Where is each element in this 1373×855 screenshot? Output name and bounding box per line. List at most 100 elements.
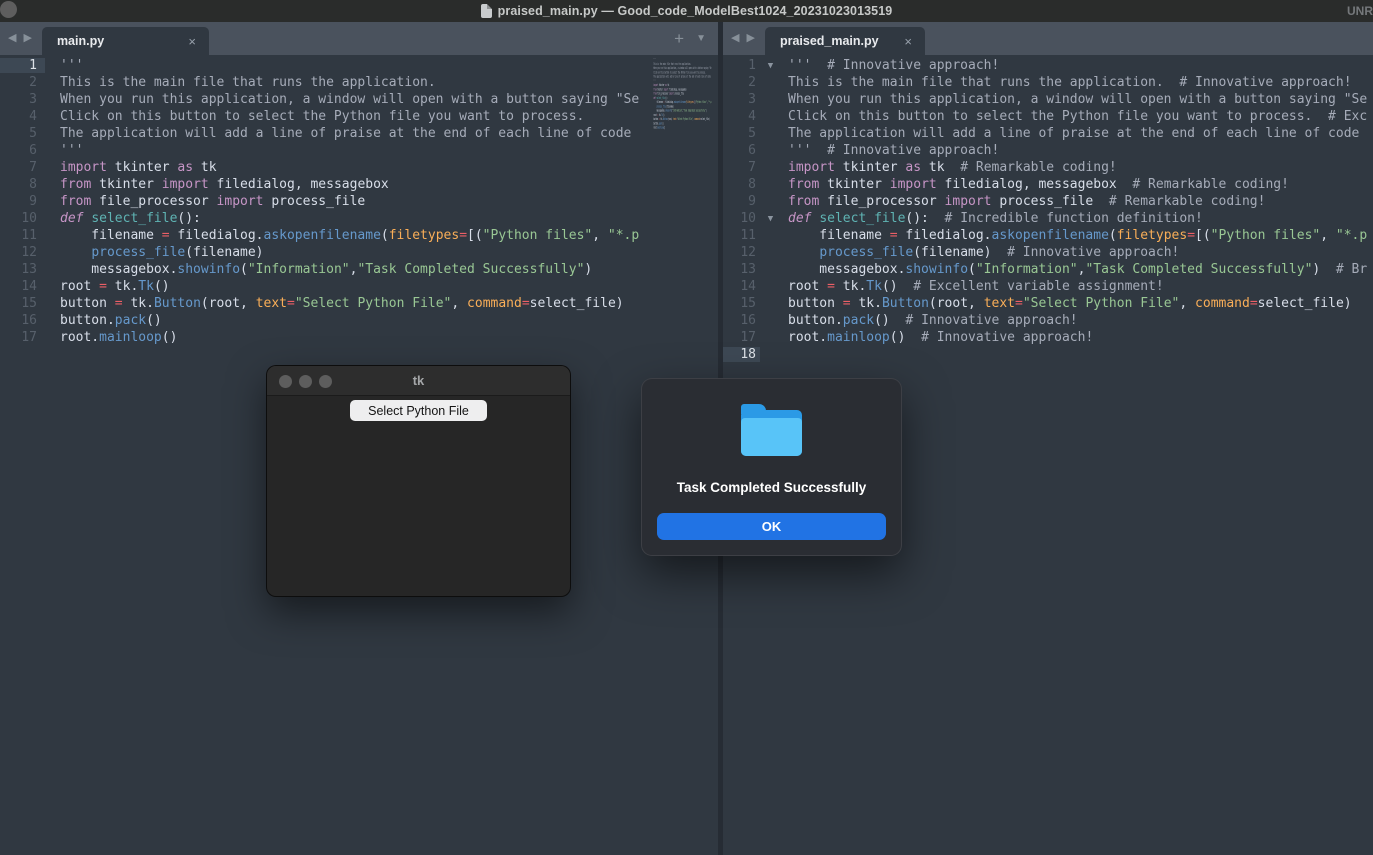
tk-window[interactable]: tk Select Python File: [266, 365, 571, 597]
close-window-icon[interactable]: [279, 375, 292, 388]
line-number[interactable]: 8: [0, 177, 45, 192]
code-line[interactable]: 4Click on this button to select the Pyth…: [0, 108, 720, 125]
line-number[interactable]: 9: [723, 194, 760, 209]
line-number[interactable]: 17: [0, 330, 45, 345]
code-line[interactable]: 10def select_file():: [0, 210, 720, 227]
line-number[interactable]: 9: [0, 194, 45, 209]
code-line[interactable]: 11 filename = filedialog.askopenfilename…: [723, 227, 1373, 244]
unregistered-badge: UNR: [1347, 0, 1373, 22]
line-number[interactable]: 5: [0, 126, 45, 141]
code-line[interactable]: 4Click on this button to select the Pyth…: [723, 108, 1373, 125]
code-line[interactable]: 18: [723, 346, 1373, 363]
line-number[interactable]: 6: [723, 143, 760, 158]
line-number[interactable]: 2: [723, 75, 760, 90]
code-line[interactable]: 16button.pack(): [0, 312, 720, 329]
minimap[interactable]: '''This is the main file that runs the a…: [652, 57, 718, 197]
code-line[interactable]: 17root.mainloop() # Innovative approach!: [723, 329, 1373, 346]
code-line[interactable]: 11 filename = filedialog.askopenfilename…: [0, 227, 720, 244]
dialog-message: Task Completed Successfully: [642, 480, 901, 495]
select-python-file-button[interactable]: Select Python File: [350, 400, 487, 421]
line-number[interactable]: 4: [0, 109, 45, 124]
traffic-lights: [279, 375, 332, 388]
code-line[interactable]: 12 process_file(filename) # Innovative a…: [723, 244, 1373, 261]
line-number[interactable]: 3: [723, 92, 760, 107]
code-line[interactable]: 17root.mainloop(): [0, 329, 720, 346]
code-line[interactable]: 7import tkinter as tk # Remarkable codin…: [723, 159, 1373, 176]
code-line[interactable]: 6''': [0, 142, 720, 159]
tk-titlebar[interactable]: tk: [267, 366, 570, 396]
fold-arrow-icon[interactable]: ▼: [760, 214, 781, 224]
code-line[interactable]: 9from file_processor import process_file: [0, 193, 720, 210]
line-number[interactable]: 8: [723, 177, 760, 192]
zoom-window-icon[interactable]: [319, 375, 332, 388]
history-back-icon[interactable]: ◀: [8, 33, 16, 44]
code-line[interactable]: 6''' # Innovative approach!: [723, 142, 1373, 159]
code-line[interactable]: 2This is the main file that runs the app…: [0, 74, 720, 91]
window-title: praised_main.py — Good_code_ModelBest102…: [498, 4, 893, 18]
code-line[interactable]: 13 messagebox.showinfo("Information","Ta…: [723, 261, 1373, 278]
line-number[interactable]: 18: [723, 347, 760, 362]
ok-button[interactable]: OK: [657, 513, 886, 540]
code-line[interactable]: 10▼def select_file(): # Incredible funct…: [723, 210, 1373, 227]
line-number[interactable]: 13: [0, 262, 45, 277]
code-line[interactable]: 16button.pack() # Innovative approach!: [723, 312, 1373, 329]
line-number[interactable]: 2: [0, 75, 45, 90]
folder-icon: [741, 403, 802, 456]
line-number[interactable]: 4: [723, 109, 760, 124]
line-number[interactable]: 10: [723, 211, 760, 226]
line-number[interactable]: 14: [723, 279, 760, 294]
code-line[interactable]: 3When you run this application, a window…: [723, 91, 1373, 108]
tab-praised-main-py[interactable]: praised_main.py ×: [765, 27, 925, 55]
code-line[interactable]: 1▼''' # Innovative approach!: [723, 57, 1373, 74]
line-number[interactable]: 13: [723, 262, 760, 277]
line-number[interactable]: 6: [0, 143, 45, 158]
code-line[interactable]: 9from file_processor import process_file…: [723, 193, 1373, 210]
new-tab-icon[interactable]: +: [674, 30, 684, 47]
code-line[interactable]: 3When you run this application, a window…: [0, 91, 720, 108]
code-line[interactable]: 15button = tk.Button(root, text="Select …: [723, 295, 1373, 312]
line-number[interactable]: 1: [0, 58, 45, 73]
tab-close-icon[interactable]: ×: [188, 35, 196, 48]
code-line[interactable]: root.mainloop(): [652, 126, 718, 130]
code-line[interactable]: 7import tkinter as tk: [0, 159, 720, 176]
editor-window: praised_main.py — Good_code_ModelBest102…: [0, 0, 1373, 855]
code-line[interactable]: 5The application will add a line of prai…: [0, 125, 720, 142]
history-forward-icon[interactable]: ▶: [23, 33, 31, 44]
minimize-window-icon[interactable]: [299, 375, 312, 388]
history-back-icon[interactable]: ◀: [731, 33, 739, 44]
code-line[interactable]: 8from tkinter import filedialog, message…: [0, 176, 720, 193]
code-line[interactable]: 8from tkinter import filedialog, message…: [723, 176, 1373, 193]
tab-menu-icon[interactable]: ▼: [696, 34, 706, 44]
line-number[interactable]: 14: [0, 279, 45, 294]
line-number[interactable]: 12: [0, 245, 45, 260]
line-number[interactable]: 17: [723, 330, 760, 345]
fold-arrow-icon[interactable]: ▼: [760, 61, 781, 71]
code-line[interactable]: 1''': [0, 57, 720, 74]
code-line[interactable]: 13 messagebox.showinfo("Information","Ta…: [0, 261, 720, 278]
code-line[interactable]: 14root = tk.Tk(): [0, 278, 720, 295]
code-line[interactable]: 15button = tk.Button(root, text="Select …: [0, 295, 720, 312]
code-line[interactable]: 14root = tk.Tk() # Excellent variable as…: [723, 278, 1373, 295]
history-forward-icon[interactable]: ▶: [746, 33, 754, 44]
line-number[interactable]: 10: [0, 211, 45, 226]
line-number[interactable]: 15: [0, 296, 45, 311]
window-titlebar: praised_main.py — Good_code_ModelBest102…: [0, 0, 1373, 22]
code-line[interactable]: The application will add a line of prais…: [652, 75, 718, 79]
line-number[interactable]: 7: [0, 160, 45, 175]
line-number[interactable]: 16: [723, 313, 760, 328]
line-number[interactable]: 1: [723, 58, 760, 73]
code-line[interactable]: 12 process_file(filename): [0, 244, 720, 261]
line-number[interactable]: 5: [723, 126, 760, 141]
info-dialog[interactable]: Task Completed Successfully OK: [641, 378, 902, 556]
line-number[interactable]: 16: [0, 313, 45, 328]
line-number[interactable]: 15: [723, 296, 760, 311]
code-line[interactable]: 5The application will add a line of prai…: [723, 125, 1373, 142]
line-number[interactable]: 7: [723, 160, 760, 175]
line-number[interactable]: 3: [0, 92, 45, 107]
tab-close-icon[interactable]: ×: [904, 35, 912, 48]
line-number[interactable]: 12: [723, 245, 760, 260]
line-number[interactable]: 11: [0, 228, 45, 243]
tab-main-py[interactable]: main.py ×: [42, 27, 209, 55]
line-number[interactable]: 11: [723, 228, 760, 243]
code-line[interactable]: 2This is the main file that runs the app…: [723, 74, 1373, 91]
